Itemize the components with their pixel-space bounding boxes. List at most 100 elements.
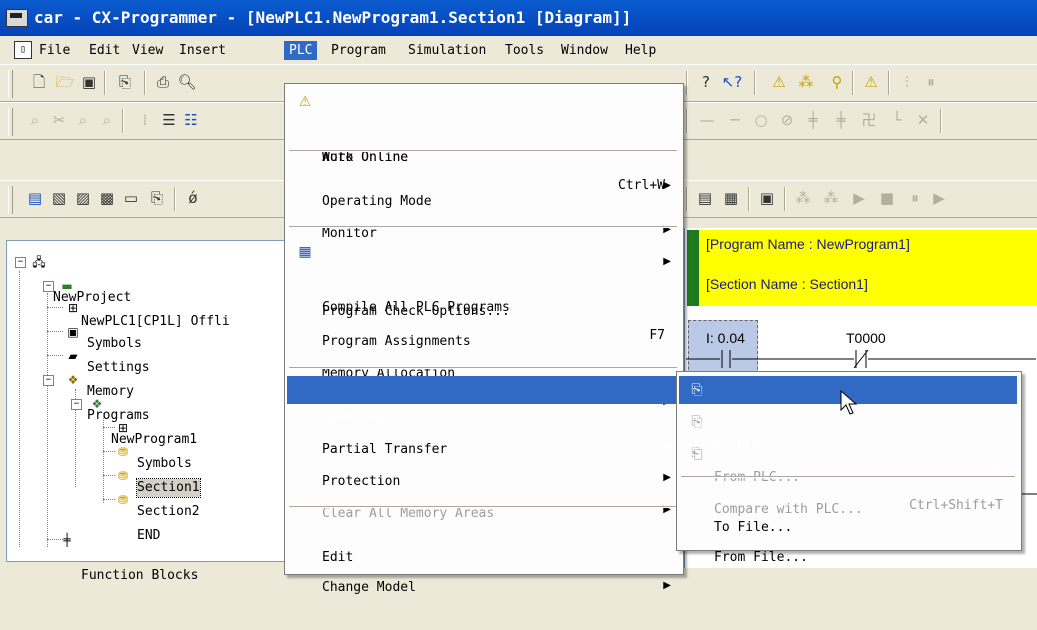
menu-item-compare-with-plc: ⎗ Compare with PLC... [679, 440, 1017, 517]
pause-sim-icon[interactable]: ⏸ [904, 187, 926, 209]
task2-icon[interactable]: ⁂ [820, 187, 842, 209]
tree-node-project[interactable]: 🖧 NewProject [31, 253, 131, 305]
tree-node-newprogram1[interactable]: ❖ NewProgram1 [89, 395, 197, 447]
save-icon[interactable]: ▣ [78, 71, 100, 93]
menu-item-operating-mode[interactable]: Operating Mode ▶ [287, 160, 679, 235]
menu-item-partial-transfer[interactable]: Partial Transfer ▶ [287, 408, 679, 483]
menu-view[interactable]: View [127, 41, 168, 60]
tree-node-function-blocks[interactable]: ╪ Function Blocks [59, 531, 198, 583]
list-icon[interactable]: ☷ [180, 109, 202, 131]
collapse-toggle[interactable]: − [43, 281, 54, 292]
section-icon[interactable]: ▤ [694, 187, 716, 209]
program-name-label: [Program Name : NewProgram1] [706, 236, 910, 252]
menu-item-compile-all[interactable]: ▦ Compile All PLC Programs F7 [287, 238, 679, 343]
collapse-toggle[interactable]: − [15, 257, 26, 268]
plc-icon: ▬ [61, 279, 73, 293]
collapse-toggle[interactable]: − [71, 399, 82, 410]
menu-tools[interactable]: Tools [500, 41, 549, 60]
zoom-out-icon[interactable]: ⌕ [96, 109, 118, 131]
find-icon[interactable]: ⚲ [826, 71, 848, 93]
menu-item-change-model[interactable]: Change Model [287, 546, 679, 595]
menu-insert[interactable]: Insert [174, 41, 231, 60]
menu-item-transfer[interactable]: Transfer ▶ [287, 376, 679, 451]
warning-icon: ⚠ [298, 94, 312, 110]
document-icon[interactable]: ▯ [14, 41, 32, 59]
new-file-icon[interactable]: 🗋 [28, 71, 50, 93]
menu-program[interactable]: Program [326, 41, 391, 60]
tree-node-programs[interactable]: ❖ Programs [65, 371, 150, 423]
coil-icon[interactable]: ○ [750, 109, 772, 131]
contact-nc-icon[interactable]: ╪ [830, 109, 852, 131]
contact-icon[interactable]: ╪ [802, 109, 824, 131]
menu-simulation[interactable]: Simulation [403, 41, 491, 60]
zoom-in-icon[interactable]: ⌕ [72, 109, 94, 131]
toolbar-grip[interactable] [8, 108, 13, 136]
menu-item-program-assignments[interactable]: Program Assignments [287, 300, 679, 349]
title-bar: car - CX-Programmer - [NewPLC1.NewProgra… [0, 0, 1037, 36]
menu-plc[interactable]: PLC [284, 41, 318, 60]
project-window-icon[interactable]: ▤ [24, 187, 46, 209]
run-icon[interactable]: ▶ [848, 187, 870, 209]
menu-help[interactable]: Help [620, 41, 661, 60]
tree-node-program-symbols[interactable]: ⊞ Symbols [115, 419, 192, 471]
symbols-icon[interactable]: ǿ [182, 187, 204, 209]
menu-item-monitor[interactable]: Monitor ▶ [287, 192, 679, 267]
open-folder-icon[interactable]: 🗁 [54, 71, 76, 93]
menu-item-work-online[interactable]: ⚠ Work Online Ctrl+W [287, 88, 679, 193]
section-name-label: [Section Name : Section1] [706, 276, 868, 292]
toolbar-grip[interactable] [8, 70, 13, 98]
tree-node-section2[interactable]: ⛃ Section2 [115, 467, 200, 519]
menu-item-clear-memory: Clear All Memory Areas [322, 506, 495, 521]
task-icon[interactable]: ⁂ [792, 187, 814, 209]
print-preview-icon[interactable]: 🔍︎ [176, 71, 198, 93]
context-help-icon[interactable]: ↖? [721, 71, 743, 93]
menu-item-from-file[interactable]: From File... [679, 516, 1017, 565]
tree-node-section1[interactable]: ⛃ Section1 [115, 443, 201, 498]
step-icon[interactable]: ⫶ [896, 71, 918, 93]
comment-icon[interactable]: ☰ [158, 109, 180, 131]
delete-line-icon[interactable]: ✕ [912, 109, 934, 131]
menu-item-auto-online[interactable]: Auto Online ▶ [287, 116, 679, 191]
menu-item-protection[interactable]: Protection ▶ [287, 440, 679, 515]
zoom-small-icon[interactable]: ⌕ [24, 109, 46, 131]
step-run-icon[interactable]: ▣ [756, 187, 778, 209]
menu-item-program-check-options[interactable]: Program Check Options... [287, 270, 679, 319]
tree-node-end[interactable]: ⛃ END [115, 491, 161, 543]
next-icon[interactable]: ▶ [928, 187, 950, 209]
menu-edit[interactable]: Edit [84, 41, 125, 60]
menu-file[interactable]: File [34, 41, 75, 60]
toolbar-grip[interactable] [8, 186, 13, 214]
tree-node-memory[interactable]: ▰ Memory [65, 347, 134, 399]
compile-icon[interactable]: ⚠ [860, 71, 882, 93]
coil-nc-icon[interactable]: ⊘ [776, 109, 798, 131]
ladder-rung [686, 349, 1036, 369]
preview-icon[interactable]: ⎘ [114, 71, 136, 93]
vertical-icon[interactable]: └ [886, 109, 908, 131]
help-icon[interactable]: ? [695, 71, 717, 93]
warning-icon[interactable]: ⚠ [768, 71, 790, 93]
ladder-line-icon[interactable]: — [696, 109, 718, 131]
pause-icon[interactable]: ⏸ [920, 71, 942, 93]
menu-item-memory-allocation[interactable]: Memory Allocation ▶ [287, 332, 679, 407]
instruction-icon[interactable]: 卍 [858, 109, 880, 131]
watch-window-icon[interactable]: ▨ [72, 187, 94, 209]
stop-icon[interactable]: ■ [876, 187, 898, 209]
properties-icon[interactable]: ⎘ [146, 187, 168, 209]
memory-window-icon[interactable]: ▭ [120, 187, 142, 209]
output-window-icon[interactable]: ▧ [48, 187, 70, 209]
section-icon: ⛃ [117, 493, 129, 507]
section-list-icon[interactable]: ▦ [720, 187, 742, 209]
collapse-toggle[interactable]: − [43, 375, 54, 386]
menu-item-edit[interactable]: Edit ▶ [287, 516, 679, 591]
print-icon[interactable]: ⎙ [152, 71, 174, 93]
scissors-icon[interactable]: ✂ [48, 109, 70, 131]
tree-node-settings[interactable]: ▣ Settings [65, 323, 149, 375]
contact-no-icon[interactable]: ─ [724, 109, 746, 131]
tree-node-symbols[interactable]: ⊞ Symbols [65, 299, 142, 351]
menu-window[interactable]: Window [556, 41, 613, 60]
menu-item-to-file[interactable]: To File... [679, 486, 1017, 535]
grid-icon[interactable]: ⁞ [134, 109, 156, 131]
online-icon[interactable]: ⁂ [795, 71, 817, 93]
address-window-icon[interactable]: ▩ [96, 187, 118, 209]
tree-node-plc[interactable]: ▬ NewPLC1[CP1L] Offli [59, 277, 229, 329]
